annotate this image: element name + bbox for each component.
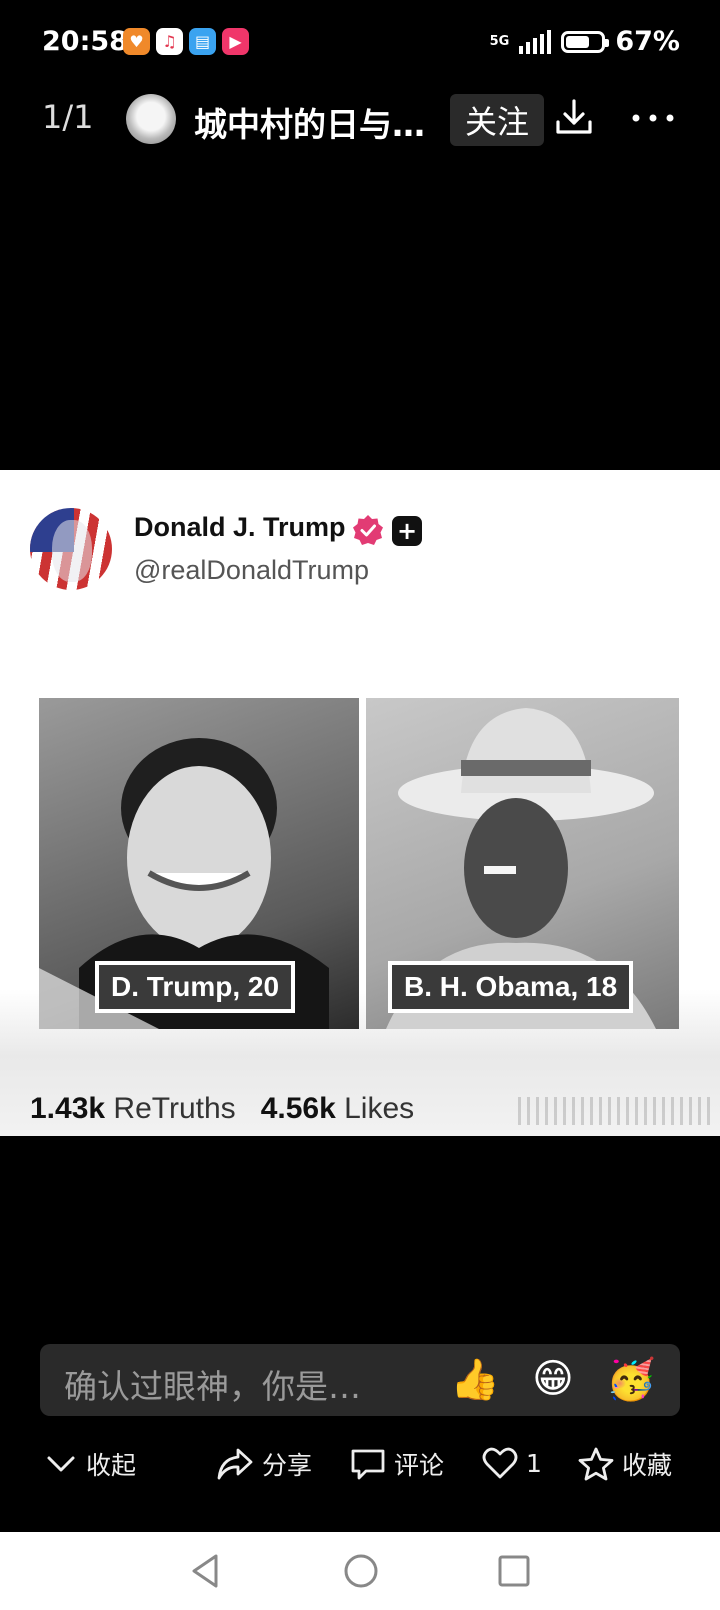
verified-badge-icon <box>352 514 384 546</box>
signal-icon <box>519 29 552 54</box>
battery-icon <box>561 30 610 53</box>
video-app-icon: ▶ <box>222 28 249 55</box>
back-icon[interactable] <box>188 1552 224 1590</box>
photo-trump: D. Trump, 20 <box>39 698 359 1029</box>
plus-badge-icon: + <box>392 516 422 546</box>
party-emoji-button[interactable]: 🥳 <box>606 1356 656 1403</box>
home-icon[interactable] <box>342 1552 380 1590</box>
author-handle: @realDonaldTrump <box>134 555 369 585</box>
author-name: Donald J. Trump <box>134 512 346 542</box>
status-indicators: 5G 67% <box>490 26 680 57</box>
comment-icon <box>351 1449 385 1480</box>
share-icon <box>217 1448 253 1480</box>
book-app-icon: ▤ <box>189 28 216 55</box>
recents-icon[interactable] <box>496 1552 532 1590</box>
network-type: 5G <box>489 33 510 49</box>
favorite-label: 收藏 <box>622 1451 673 1480</box>
favorite-button[interactable]: 收藏 <box>578 1446 672 1482</box>
follow-button[interactable]: 关注 <box>450 94 544 146</box>
comment-label: 评论 <box>394 1451 445 1480</box>
likes-count: 4.56k <box>260 1092 336 1125</box>
page-counter: 1/1 <box>42 98 94 136</box>
photo-caption-trump: D. Trump, 20 <box>95 961 296 1013</box>
share-button[interactable]: 分享 <box>216 1446 312 1482</box>
header-title[interactable]: 城中村的日与… <box>194 98 425 146</box>
thumbs-up-emoji-button[interactable]: 👍 <box>450 1356 500 1403</box>
status-time: 20:58 <box>42 26 128 57</box>
retruths-label: ReTruths <box>113 1092 236 1125</box>
heart-icon <box>482 1447 518 1479</box>
retruths-count: 1.43k <box>30 1092 106 1125</box>
heart-app-icon: ♥ <box>123 28 150 55</box>
collapse-button[interactable]: 收起 <box>44 1446 136 1482</box>
photo-caption-obama: B. H. Obama, 18 <box>388 961 634 1013</box>
music-app-icon: ♫ <box>156 28 183 55</box>
download-icon[interactable] <box>552 96 596 140</box>
author-avatar-small[interactable] <box>126 94 176 144</box>
watermark <box>518 1097 714 1125</box>
system-nav-bar <box>0 1532 720 1610</box>
comment-placeholder: 确认过眼神，你是… <box>64 1367 361 1406</box>
post-stats: 1.43k ReTruths 4.56k Likes <box>30 1092 414 1126</box>
collapse-label: 收起 <box>86 1451 137 1480</box>
like-count: 1 <box>526 1448 542 1478</box>
star-icon <box>578 1447 614 1481</box>
share-label: 分享 <box>262 1451 313 1480</box>
chevron-down-icon <box>47 1456 75 1472</box>
battery-percent: 67% <box>615 26 680 57</box>
more-icon[interactable] <box>628 96 678 140</box>
comment-button[interactable]: 评论 <box>350 1446 444 1482</box>
grin-emoji-button[interactable]: 😁 <box>528 1356 578 1402</box>
like-button[interactable]: 1 <box>482 1446 542 1480</box>
likes-label: Likes <box>344 1092 415 1125</box>
author-avatar <box>30 508 112 590</box>
photo-obama: B. H. Obama, 18 <box>366 698 679 1029</box>
